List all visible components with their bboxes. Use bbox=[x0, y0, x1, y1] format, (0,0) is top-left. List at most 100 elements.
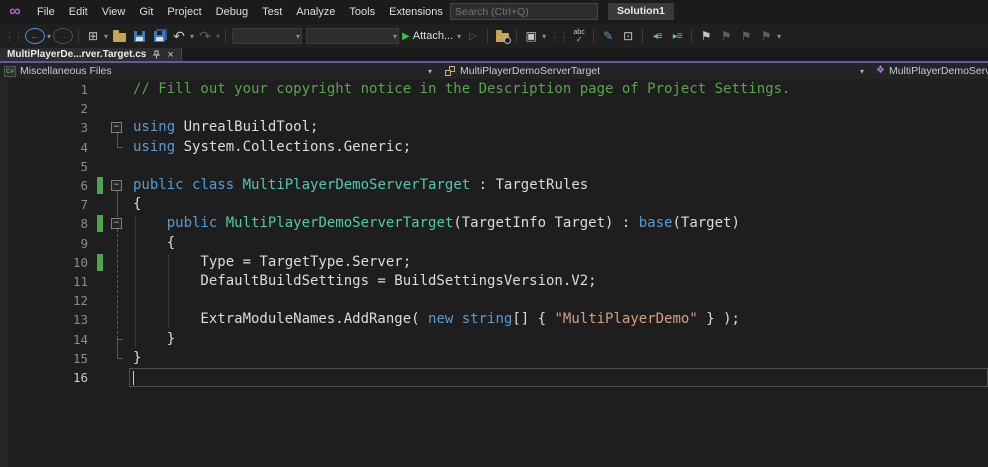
next-bookmark-button[interactable]: ⚑ bbox=[737, 27, 755, 45]
code-line[interactable]: 8 public MultiPlayerDemoServerTarget(Tar… bbox=[0, 214, 988, 233]
menu-edit[interactable]: Edit bbox=[62, 0, 95, 24]
collapse-region-button[interactable]: − bbox=[111, 122, 122, 133]
redo-dropdown-icon[interactable]: ▾ bbox=[216, 32, 220, 41]
code-line[interactable]: 3using UnrealBuildTool; bbox=[0, 118, 988, 137]
current-line-highlight bbox=[129, 368, 988, 387]
navigate-back-dropdown-icon[interactable]: ▾ bbox=[47, 32, 51, 41]
code-line[interactable]: 12 bbox=[0, 291, 988, 310]
code-line[interactable]: 9 { bbox=[0, 234, 988, 253]
document-list-dropdown-icon[interactable]: ▾ bbox=[542, 32, 546, 41]
indent-guide bbox=[168, 255, 169, 328]
previous-bookmark-button[interactable]: ⚑ bbox=[717, 27, 735, 45]
indent-guide bbox=[135, 216, 136, 346]
code-line[interactable]: 1// Fill out your copyright notice in th… bbox=[0, 80, 988, 99]
attach-button[interactable]: ▶ Attach... ▾ bbox=[402, 27, 462, 45]
collapse-region-button[interactable]: − bbox=[111, 180, 122, 191]
code-text: public MultiPlayerDemoServerTarget(Targe… bbox=[133, 214, 740, 233]
undo-button[interactable]: ↶ bbox=[170, 27, 188, 45]
code-token bbox=[133, 215, 167, 231]
code-text: { bbox=[133, 234, 175, 253]
code-line[interactable]: 11 DefaultBuildSettings = BuildSettingsV… bbox=[0, 272, 988, 291]
format-pen-button[interactable]: ✎ bbox=[599, 27, 617, 45]
scope-dropdown-icon[interactable]: ▾ bbox=[428, 63, 432, 79]
code-token: MultiPlayerDemoServerTarget bbox=[226, 215, 454, 231]
change-tracking-bar bbox=[97, 177, 103, 194]
outdent-button[interactable]: ◂≡ bbox=[648, 27, 666, 45]
menu-tools[interactable]: Tools bbox=[342, 0, 382, 24]
change-tracking-bar bbox=[97, 215, 103, 232]
menu-view[interactable]: View bbox=[95, 0, 133, 24]
menu-analyze[interactable]: Analyze bbox=[289, 0, 342, 24]
pin-icon[interactable] bbox=[152, 50, 161, 59]
code-token: // Fill out your copyright notice in the… bbox=[133, 81, 790, 97]
save-button[interactable] bbox=[130, 27, 148, 45]
line-number: 11 bbox=[0, 272, 88, 291]
code-token: MultiPlayerDemoServerTarget bbox=[243, 177, 471, 193]
new-project-button[interactable]: ⊞ bbox=[84, 27, 102, 45]
line-number: 2 bbox=[0, 99, 88, 118]
find-in-files-button[interactable] bbox=[493, 27, 511, 45]
project-scope-dropdown[interactable]: C# Miscellaneous Files bbox=[4, 63, 112, 79]
code-line[interactable]: 10 Type = TargetType.Server; bbox=[0, 253, 988, 272]
solution-configurations-combo[interactable]: ▾ bbox=[232, 28, 302, 44]
menu-test[interactable]: Test bbox=[255, 0, 289, 24]
code-editor[interactable]: 1// Fill out your copyright notice in th… bbox=[0, 79, 988, 467]
code-token: ExtraModuleNames.AddRange( bbox=[133, 311, 428, 327]
line-number: 13 bbox=[0, 310, 88, 329]
tab-multiplayerdemo-server-target[interactable]: MultiPlayerDe...rver.Target.cs × bbox=[0, 48, 182, 61]
menu-extensions[interactable]: Extensions bbox=[382, 0, 450, 24]
code-line[interactable]: 2 bbox=[0, 99, 988, 118]
spell-check-button[interactable]: abc✓ bbox=[570, 27, 588, 45]
save-all-button[interactable] bbox=[150, 27, 168, 45]
toolbar-overflow-icon[interactable]: ▾ bbox=[777, 32, 781, 41]
code-line[interactable]: 13 ExtraModuleNames.AddRange( new string… bbox=[0, 310, 988, 329]
search-input[interactable] bbox=[451, 6, 594, 18]
clear-bookmarks-button[interactable]: ⚑ bbox=[757, 27, 775, 45]
code-line[interactable]: 14 } bbox=[0, 330, 988, 349]
code-line[interactable]: 15} bbox=[0, 349, 988, 368]
line-number: 3 bbox=[0, 118, 88, 137]
toolbar-separator bbox=[516, 29, 517, 43]
member-dropdown-icon[interactable]: ▾ bbox=[860, 63, 864, 79]
active-document-list-button[interactable]: ▣ bbox=[522, 27, 540, 45]
code-token: Type = TargetType.Server; bbox=[133, 254, 411, 270]
type-dropdown[interactable]: MultiPlayerDemoServerTarget bbox=[444, 63, 600, 79]
toolbar-separator bbox=[487, 29, 488, 43]
code-line[interactable]: 4using System.Collections.Generic; bbox=[0, 138, 988, 157]
line-number: 15 bbox=[0, 349, 88, 368]
attach-label: Attach... bbox=[413, 30, 453, 42]
copy-document-button[interactable]: ⊡ bbox=[619, 27, 637, 45]
quick-search-box[interactable] bbox=[450, 3, 598, 20]
code-line[interactable]: 7{ bbox=[0, 195, 988, 214]
start-without-debugging-button[interactable]: ▷ bbox=[464, 27, 482, 45]
code-text: { bbox=[133, 195, 141, 214]
menu-project[interactable]: Project bbox=[160, 0, 208, 24]
toolbar-separator bbox=[225, 29, 226, 43]
member-dropdown[interactable]: ❖ MultiPlayerDemoServerT bbox=[876, 63, 988, 79]
navigation-bar: C# Miscellaneous Files ▾ MultiPlayerDemo… bbox=[0, 63, 988, 79]
open-file-button[interactable] bbox=[110, 27, 128, 45]
menu-file[interactable]: File bbox=[30, 0, 62, 24]
toolbar-grip-icon[interactable]: ⋮⋮ bbox=[4, 27, 22, 45]
code-token: using bbox=[133, 119, 175, 135]
code-line[interactable]: 6public class MultiPlayerDemoServerTarge… bbox=[0, 176, 988, 195]
code-token: new bbox=[428, 311, 453, 327]
menu-bar: ∞ File Edit View Git Project Debug Test … bbox=[0, 0, 988, 24]
redo-button[interactable]: ↷ bbox=[196, 27, 214, 45]
code-token: "MultiPlayerDemo" bbox=[554, 311, 697, 327]
toggle-bookmark-button[interactable]: ⚑ bbox=[697, 27, 715, 45]
collapse-region-button[interactable]: − bbox=[111, 218, 122, 229]
outline-guide bbox=[117, 133, 118, 146]
toolbar-separator bbox=[691, 29, 692, 43]
indent-button[interactable]: ▸≡ bbox=[668, 27, 686, 45]
menu-git[interactable]: Git bbox=[132, 0, 160, 24]
undo-dropdown-icon[interactable]: ▾ bbox=[190, 32, 194, 41]
navigate-backward-button[interactable]: ← bbox=[25, 28, 45, 44]
solution-platforms-combo[interactable]: ▾ bbox=[306, 28, 399, 44]
new-project-dropdown-icon[interactable]: ▾ bbox=[104, 32, 108, 41]
menu-debug[interactable]: Debug bbox=[209, 0, 255, 24]
code-line[interactable]: 5 bbox=[0, 157, 988, 176]
navigate-forward-button[interactable]: → bbox=[53, 28, 73, 44]
solution-badge[interactable]: Solution1 bbox=[608, 3, 674, 20]
close-icon[interactable]: × bbox=[167, 50, 173, 60]
